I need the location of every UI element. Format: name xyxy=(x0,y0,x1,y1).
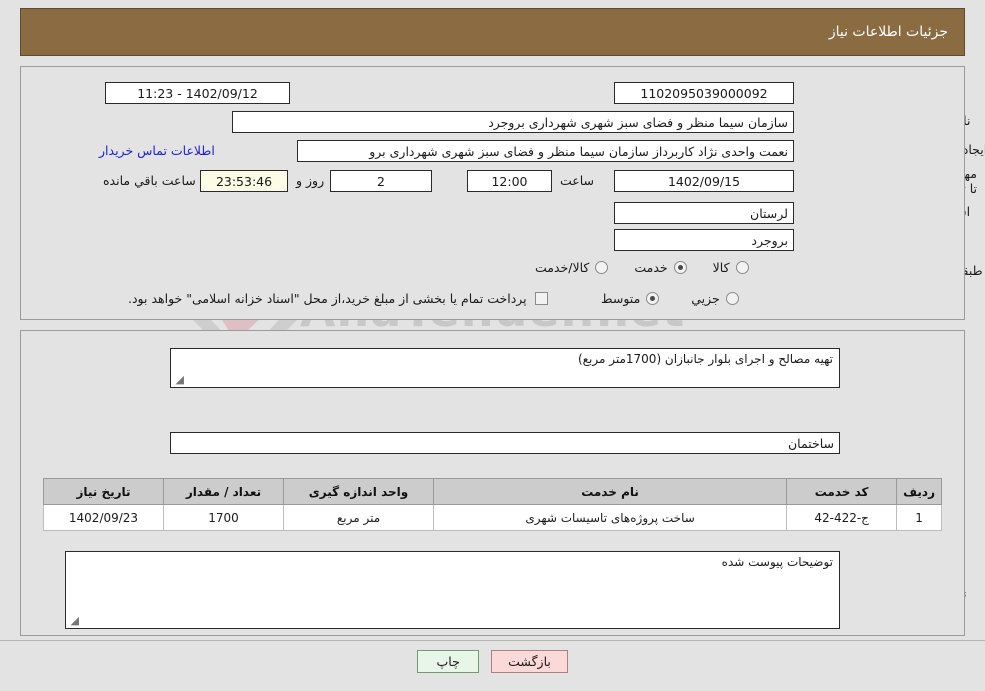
remaining-hours-label: ساعت باقي مانده xyxy=(103,173,196,188)
process-option-motevaset-label: متوسط xyxy=(601,291,641,306)
cell-service-name: ساخت پروژه‌های تاسیسات شهری xyxy=(432,504,788,531)
category-radio-group[interactable]: کالا خدمت کالا/خدمت xyxy=(535,260,749,275)
radio-icon-kala-khedmat[interactable] xyxy=(595,261,609,274)
province-field[interactable]: لرستان xyxy=(614,202,794,224)
header-bar: جزئیات اطلاعات نیاز xyxy=(20,8,965,56)
need-number-field[interactable]: 1102095039000092 xyxy=(614,82,794,104)
category-option-kala-khedmat[interactable]: کالا/خدمت xyxy=(535,260,609,275)
days-label: روز و xyxy=(296,173,325,188)
column-header-service-name: نام خدمت xyxy=(432,478,788,505)
process-option-motevaset[interactable]: متوسط xyxy=(601,291,660,306)
category-option-khedmat[interactable]: خدمت xyxy=(634,260,687,275)
page-root: AnaTender.net جزئیات اطلاعات نیاز شماره … xyxy=(0,0,985,691)
city-field[interactable]: بروجرد xyxy=(614,229,794,251)
cell-service-code: ج-422-42 xyxy=(786,504,898,531)
resize-grip-icon-notes[interactable]: ◢ xyxy=(69,615,79,626)
need-info-panel xyxy=(20,66,965,320)
radio-icon-motevaset[interactable] xyxy=(646,292,660,305)
process-option-jozee-label: جزیي xyxy=(691,291,720,306)
column-header-unit: واحد اندازه گیری xyxy=(283,478,434,505)
page-title: جزئیات اطلاعات نیاز xyxy=(828,24,948,40)
buyer-notes-value: توضیحات پیوست شده xyxy=(721,555,833,569)
process-option-jozee[interactable]: جزیي xyxy=(691,291,739,306)
general-desc-value: تهیه مصالح و اجرای بلوار جانبازان (1700م… xyxy=(577,352,833,366)
category-option-khedmat-label: خدمت xyxy=(634,260,668,275)
table-header-row: ردیف کد خدمت نام خدمت واحد اندازه گیری ت… xyxy=(43,478,942,505)
page-header: جزئیات اطلاعات نیاز xyxy=(20,8,965,56)
services-table: ردیف کد خدمت نام خدمت واحد اندازه گیری ت… xyxy=(43,478,942,531)
cell-unit: متر مربع xyxy=(283,504,434,531)
radio-icon-kala[interactable] xyxy=(735,261,749,274)
announce-datetime-field[interactable]: 1402/09/12 - 11:23 xyxy=(105,82,290,104)
deadline-date-field[interactable]: 1402/09/15 xyxy=(614,170,794,192)
column-header-row-no: ردیف xyxy=(896,478,942,505)
deadline-hour-label: ساعت xyxy=(560,173,595,188)
buyer-org-field[interactable]: سازمان سیما منظر و فضای سبز شهری شهرداری… xyxy=(232,111,794,133)
buyer-notes-textarea[interactable]: توضیحات پیوست شده ◢ xyxy=(65,551,840,629)
category-option-kala-label: کالا xyxy=(712,260,730,275)
column-header-quantity: تعداد / مقدار xyxy=(163,478,284,505)
cell-need-date: 1402/09/23 xyxy=(43,504,164,531)
deadline-time-field[interactable]: 12:00 xyxy=(467,170,552,192)
category-option-kala[interactable]: کالا xyxy=(713,260,749,275)
treasury-bond-row[interactable]: پرداخت تمام یا بخشی از مبلغ خرید،از محل … xyxy=(128,291,548,306)
back-button[interactable]: بازگشت xyxy=(491,650,568,673)
table-row: 1 ج-422-42 ساخت پروژه‌های تاسیسات شهری م… xyxy=(43,504,942,531)
services-table-wrapper: ردیف کد خدمت نام خدمت واحد اندازه گیری ت… xyxy=(43,478,942,531)
process-radio-group[interactable]: جزیي متوسط xyxy=(601,291,739,306)
radio-icon-jozee[interactable] xyxy=(725,292,739,305)
column-header-service-code: کد خدمت xyxy=(786,478,898,505)
cell-row-no: 1 xyxy=(896,504,942,531)
buyer-contact-link[interactable]: اطلاعات تماس خریدار xyxy=(98,143,216,158)
print-button[interactable]: چاپ xyxy=(417,650,480,673)
checkbox-icon-treasury-bond[interactable] xyxy=(534,292,548,305)
footer-buttons: بازگشت چاپ xyxy=(0,650,985,673)
countdown-timer-field: 23:53:46 xyxy=(200,170,288,192)
service-group-field[interactable]: ساختمان xyxy=(170,432,840,454)
cell-quantity: 1700 xyxy=(163,504,284,531)
category-option-kala-khedmat-label: کالا/خدمت xyxy=(535,260,590,275)
resize-grip-icon[interactable]: ◢ xyxy=(174,374,184,385)
treasury-bond-text: پرداخت تمام یا بخشی از مبلغ خرید،از محل … xyxy=(128,291,527,306)
radio-icon-khedmat[interactable] xyxy=(673,261,687,274)
remaining-days-field[interactable]: 2 xyxy=(330,170,432,192)
column-header-need-date: تاریخ نیاز xyxy=(43,478,164,505)
creator-field[interactable]: نعمت واحدی نژاد کاربرداز سازمان سیما منظ… xyxy=(297,140,794,162)
general-desc-textarea[interactable]: تهیه مصالح و اجرای بلوار جانبازان (1700م… xyxy=(170,348,840,388)
